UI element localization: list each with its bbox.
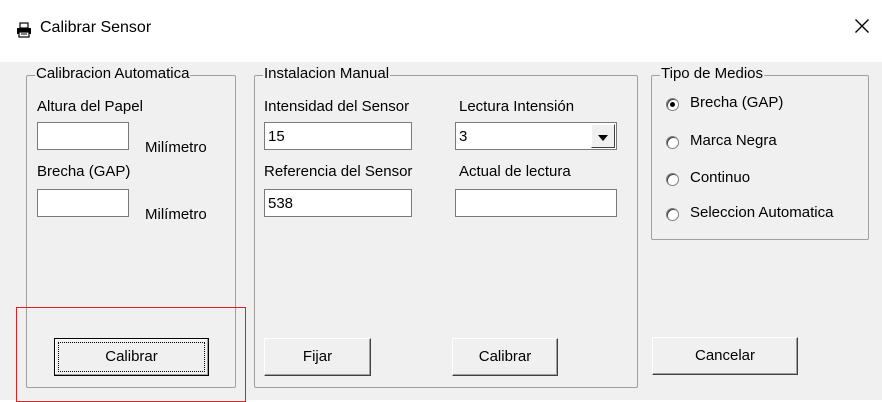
paper-height-field[interactable]: [37, 122, 129, 150]
set-button[interactable]: Fijar: [264, 338, 371, 376]
manual-calibrate-label: Calibrar: [478, 348, 532, 365]
printer-icon: [16, 22, 32, 38]
sensor-reference-label: Referencia del Sensor: [264, 163, 413, 180]
cancel-button[interactable]: Cancelar: [652, 337, 798, 375]
sensor-intensity-field[interactable]: 15: [264, 122, 412, 150]
manual-installation-group: Instalacion Manual Intensidad del Sensor…: [254, 65, 638, 388]
radio-button[interactable]: [666, 98, 679, 111]
reading-intensity-select[interactable]: 3: [455, 122, 617, 150]
highlight-annotation: [16, 307, 246, 402]
close-icon: [854, 18, 870, 38]
chevron-down-icon: [598, 128, 608, 145]
gap-label: Brecha (GAP): [37, 163, 131, 180]
dropdown-button[interactable]: [591, 124, 615, 148]
radio-black-mark-label: Marca Negra: [690, 132, 777, 149]
dialog-body: Calibracion Automatica Altura del Papel …: [0, 62, 882, 402]
paper-height-unit: Milímetro: [145, 139, 207, 156]
gap-field[interactable]: [37, 189, 129, 217]
window-title: Calibrar Sensor: [40, 19, 152, 36]
reading-intensity-label: Lectura Intensión: [459, 98, 575, 115]
set-button-label: Fijar: [302, 348, 333, 365]
media-type-title: Tipo de Medios: [660, 65, 764, 82]
radio-auto-select-label: Seleccion Automatica: [690, 204, 834, 221]
auto-calibration-title: Calibracion Automatica: [35, 65, 191, 82]
sensor-reference-field[interactable]: 538: [264, 189, 412, 217]
current-reading-label: Actual de lectura: [459, 163, 571, 180]
title-bar: Calibrar Sensor: [0, 0, 882, 62]
radio-button[interactable]: [666, 173, 679, 186]
radio-gap-label: Brecha (GAP): [690, 94, 784, 111]
media-type-group: Tipo de Medios Brecha (GAP) Marca Negra …: [651, 65, 869, 240]
cancel-button-label: Cancelar: [694, 347, 756, 364]
close-button[interactable]: [848, 14, 876, 42]
radio-button[interactable]: [666, 136, 679, 149]
gap-unit: Milímetro: [145, 206, 207, 223]
radio-button[interactable]: [666, 208, 679, 221]
radio-continuous-label: Continuo: [690, 169, 751, 186]
current-reading-field[interactable]: [455, 189, 617, 217]
manual-calibrate-button[interactable]: Calibrar: [452, 338, 558, 376]
manual-installation-title: Instalacion Manual: [263, 65, 391, 82]
reading-intensity-value: 3: [459, 128, 468, 145]
radio-selected-dot: [670, 102, 675, 107]
paper-height-label: Altura del Papel: [37, 98, 143, 115]
sensor-intensity-label: Intensidad del Sensor: [264, 98, 410, 115]
